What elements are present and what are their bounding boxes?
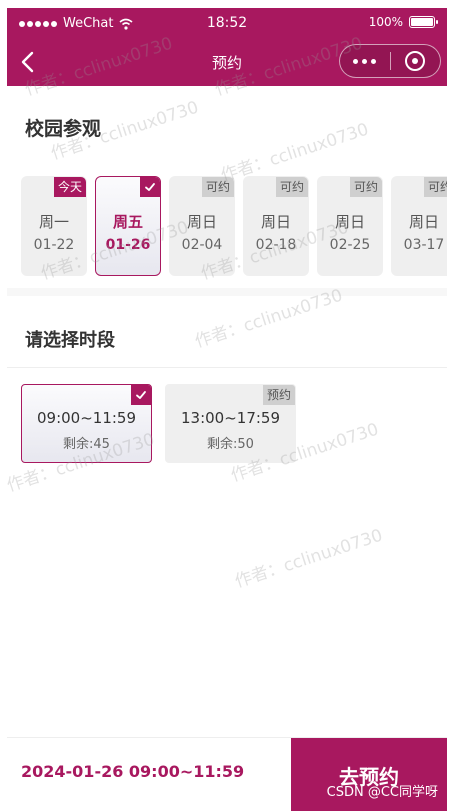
date-badge: 可约 [349,177,382,197]
check-icon [140,177,160,197]
date-badge: 可约 [201,177,234,197]
nav-bar: 预约 [7,40,447,84]
date-card[interactable]: 可约周日 03-17 [391,176,447,276]
credit-text: CSDN @CC同学呀 [326,785,438,800]
slot-range: 13:00~17:59 [180,409,281,427]
battery-icon [409,16,438,28]
section-title-visit: 校园参观 [25,118,102,140]
selected-summary: 2024-01-26 09:00~11:59 [21,762,245,781]
date-badge: 今天 [53,177,86,197]
date-weekday: 周日 [408,213,439,231]
date-day: 02-18 [255,237,297,253]
date-weekday: 周五 [112,213,143,231]
date-day: 03-17 [403,237,445,253]
more-icon[interactable] [340,58,390,64]
section-spacer [7,288,447,296]
date-weekday: 周一 [38,213,69,231]
date-card[interactable]: 可约周日 02-18 [243,176,309,276]
date-day: 01-26 [105,237,151,253]
time-slot-card[interactable]: 09:00~11:59 剩余:45 [21,384,152,463]
check-icon [131,385,151,405]
date-selector: 今天周一 01-22 周五 01-26 可约周日 02-04 可约周日 02-18 可约周日 02… [21,176,447,276]
watermark: 作者：cclinux0730 [232,525,386,593]
close-miniprogram-button[interactable] [390,51,440,71]
date-badge: 可约 [275,177,308,197]
book-button[interactable]: 去预约 [291,738,447,811]
date-day: 01-22 [33,237,75,253]
battery-percent: 100% [368,15,403,29]
date-badge: 可约 [423,177,447,197]
slot-remaining: 剩余:50 [207,437,254,452]
date-card[interactable]: 可约周日 02-25 [317,176,383,276]
phone-screen: WeChat 18:52 100% 预约 校园参观 今天 周一 01-22 周五… [7,8,447,811]
divider [7,367,447,368]
date-day: 02-04 [181,237,223,253]
miniprogram-capsule [339,44,441,78]
date-card[interactable]: 可约周日 02-04 [169,176,235,276]
target-icon [405,51,426,71]
time-slot-card[interactable]: 预约 13:00~17:59 剩余:50 [165,384,296,463]
date-card[interactable]: 周五 01-26 [95,176,161,276]
date-weekday: 周日 [186,213,217,231]
date-weekday: 周日 [334,213,365,231]
date-day: 02-25 [329,237,371,253]
header: WeChat 18:52 100% 预约 [7,8,447,86]
slot-range: 09:00~11:59 [36,409,137,427]
slot-remaining: 剩余:45 [63,437,110,452]
battery-group: 100% [368,15,438,29]
slot-badge: 预约 [262,385,295,405]
date-weekday: 周日 [260,213,291,231]
date-card[interactable]: 今天周一 01-22 [21,176,87,276]
section-title-slot: 请选择时段 [25,330,115,351]
status-bar: WeChat 18:52 100% [7,8,447,38]
